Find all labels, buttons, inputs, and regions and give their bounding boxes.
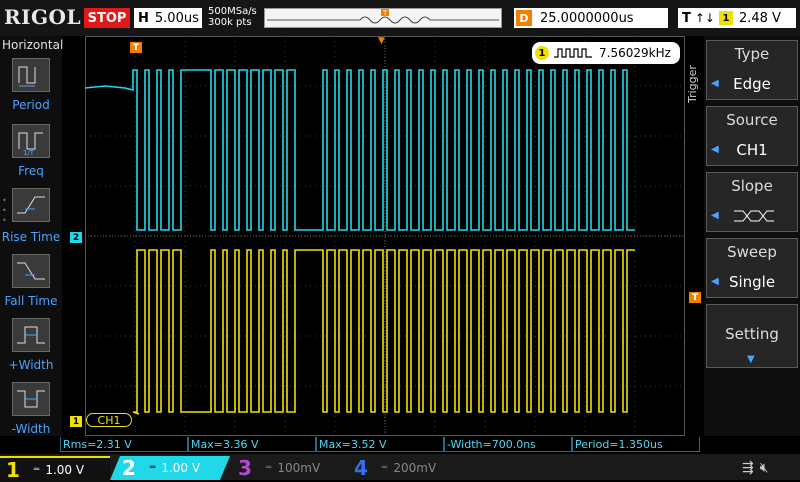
trigger-slope-softkey[interactable]: Slope ◀	[706, 172, 798, 232]
memory-depth: 300k pts	[208, 17, 252, 28]
frequency-counter: 1 7.56029kHz	[532, 42, 680, 64]
ch2-trace	[84, 69, 635, 231]
fall-time-button[interactable]	[12, 254, 50, 288]
period-button[interactable]	[12, 58, 50, 92]
trigger-sweep-title: Sweep	[727, 243, 777, 261]
rise-time-button[interactable]	[12, 188, 50, 222]
speaker-muted-icon[interactable]: 🔇︎	[760, 460, 769, 476]
ch3-status[interactable]: 3 ═ 100mV	[232, 456, 342, 480]
trigger-sweep-softkey[interactable]: Sweep ◀ Single	[706, 238, 798, 298]
dc-coupling-icon: ═	[33, 465, 40, 475]
positive-width-button[interactable]	[12, 318, 50, 352]
measurement-item[interactable]: Max=3.36 V	[188, 437, 316, 452]
ch2-offset-marker[interactable]: 2	[70, 232, 82, 243]
trigger-level: 2.48 V	[738, 10, 781, 26]
ch4-status[interactable]: 4 ═ 200mV	[348, 456, 458, 480]
trigger-edge-icon: ↑↓	[694, 11, 715, 25]
trigger-sweep-value: Single	[728, 273, 776, 291]
trigger-type-value: Edge	[733, 75, 771, 93]
brand-logo: RIGOL	[4, 5, 82, 29]
ch2-number: 2	[122, 456, 136, 480]
negative-width-icon	[17, 390, 45, 408]
dc-coupling-icon: ═	[381, 463, 388, 473]
fall-time-icon	[17, 262, 45, 280]
counter-channel-badge: 1	[535, 46, 549, 60]
measurement-item[interactable]: Rms=2.31 V	[60, 437, 188, 452]
ch2-status[interactable]: 2 ═ 1.00 V	[110, 456, 230, 480]
negative-width-button[interactable]	[12, 382, 50, 416]
either-edge-icon	[734, 210, 774, 222]
ch1-scale: 1.00 V	[45, 463, 85, 477]
trigger-setting-softkey[interactable]: Setting ▼	[706, 304, 798, 368]
fall-time-label: Fall Time	[4, 294, 58, 308]
timebase-value: 5.00us	[154, 10, 199, 26]
trigger-level-marker[interactable]: T	[689, 292, 701, 303]
horizontal-measure-menu: Horizontal Period 1/T Freq Rise Time Fal…	[0, 36, 64, 436]
trigger-type-title: Type	[734, 45, 770, 63]
arrow-down-icon: ▼	[747, 354, 755, 365]
dc-coupling-icon: ═	[149, 463, 156, 473]
period-label: Period	[12, 98, 50, 112]
rise-time-label: Rise Time	[1, 230, 61, 244]
measurement-item[interactable]: Period=1.350us	[572, 437, 700, 452]
freq-button[interactable]: 1/T	[12, 124, 50, 158]
dc-coupling-icon: ═	[265, 463, 272, 473]
rise-time-icon	[17, 196, 45, 214]
svg-text:1/T: 1/T	[23, 149, 35, 157]
usb-icon: ⇶	[742, 460, 754, 476]
status-icons: ⇶ 🔇︎	[742, 456, 792, 480]
waveform-graticule	[84, 36, 685, 436]
measurement-bar: Rms=2.31 V Max=3.36 V Max=3.52 V -Width=…	[60, 437, 700, 453]
timebase-box[interactable]: H 5.00us	[134, 8, 202, 28]
trigger-status-box[interactable]: T ↑↓ 1 2.48 V	[678, 8, 796, 28]
ch1-number: 1	[6, 458, 20, 482]
trigger-source-badge: 1	[718, 11, 733, 25]
waveform-display[interactable]	[84, 36, 685, 436]
square-wave-icon	[554, 48, 592, 58]
trigger-menu: Type ◀ Edge Source ◀ CH1 Slope ◀ Sweep ◀…	[704, 36, 800, 436]
trigger-type-softkey[interactable]: Type ◀ Edge	[706, 40, 798, 100]
freq-icon: 1/T	[18, 132, 43, 157]
ch3-number: 3	[238, 456, 252, 480]
sample-rate: 500MSa/s	[208, 6, 257, 17]
scroll-dots-icon: • • •	[2, 196, 7, 225]
trigger-label: T	[682, 10, 691, 26]
trigger-source-softkey[interactable]: Source ◀ CH1	[706, 106, 798, 166]
ch4-number: 4	[354, 456, 368, 480]
measurement-item[interactable]: Max=3.52 V	[316, 437, 444, 452]
negative-width-label: -Width	[11, 422, 51, 436]
ch1-offset-marker[interactable]: 1	[70, 416, 82, 427]
delay-label: D	[516, 10, 532, 26]
svg-text:T: T	[382, 10, 388, 18]
ch2-scale: 1.00 V	[161, 461, 201, 475]
freq-label: Freq	[18, 164, 44, 178]
horizontal-label: H	[138, 10, 149, 26]
arrow-left-icon: ◀	[711, 210, 719, 221]
channel-status-bar: 1 ═ 1.00 V 2 ═ 1.00 V 3 ═ 100mV 4 ═ 200m…	[0, 454, 800, 482]
trigger-slope-title: Slope	[731, 177, 773, 195]
trigger-menu-side-label: Trigger	[686, 65, 699, 103]
waveform-overview[interactable]: T	[264, 8, 502, 28]
counter-value: 7.56029kHz	[599, 46, 671, 60]
measurement-item[interactable]: -Width=700.0ns	[444, 437, 572, 452]
run-stop-status[interactable]: STOP	[84, 8, 130, 28]
positive-width-label: +Width	[8, 358, 54, 372]
delay-value: 25.0000000us	[540, 10, 634, 26]
period-icon	[18, 66, 36, 87]
ch4-scale: 200mV	[393, 461, 437, 475]
trigger-source-value: CH1	[736, 141, 768, 159]
trigger-source-title: Source	[726, 111, 778, 129]
delay-box[interactable]: D 25.0000000us	[514, 8, 668, 28]
delay-center-arrow-icon: ▼	[378, 36, 385, 46]
ch1-status[interactable]: 1 ═ 1.00 V	[0, 456, 110, 482]
ch3-scale: 100mV	[277, 461, 321, 475]
overview-waveform-icon: T	[267, 9, 499, 24]
trigger-setting-title: Setting	[725, 325, 779, 343]
ch1-trace	[132, 249, 635, 415]
acquisition-info: 500MSa/s 300k pts	[208, 6, 257, 28]
ch1-label-tag: CH1	[86, 413, 132, 427]
menu-title: Horizontal	[2, 38, 64, 52]
positive-width-icon	[17, 326, 45, 344]
trigger-position-marker[interactable]: T	[130, 42, 142, 53]
